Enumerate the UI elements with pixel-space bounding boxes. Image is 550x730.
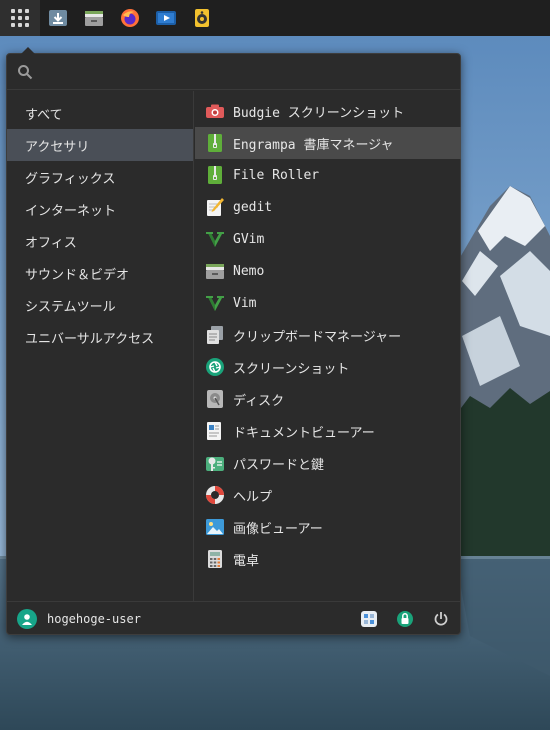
footer-actions (344, 602, 452, 636)
archive-icon (208, 134, 222, 152)
search-bar (7, 54, 460, 90)
lock-button[interactable] (394, 608, 416, 630)
file-manager-icon (206, 264, 224, 279)
app-grid-icon (11, 9, 29, 27)
app-menu-button[interactable] (0, 0, 40, 36)
help-lifebuoy-icon (206, 486, 224, 504)
category-label: すべて (25, 107, 63, 123)
category-universal-access[interactable]: ユニバーサルアクセス (7, 321, 193, 353)
category-label: ユニバーサルアクセス (25, 331, 155, 347)
app-label: ヘルプ (233, 489, 273, 505)
category-accessories[interactable]: アクセサリ (7, 129, 193, 161)
category-system-tools[interactable]: システムツール (7, 289, 193, 321)
document-viewer-icon (207, 422, 221, 440)
downloads-launcher[interactable] (40, 0, 76, 36)
user-icon (22, 613, 32, 625)
text-editor-icon (207, 198, 224, 216)
image-viewer-icon (206, 519, 224, 535)
app-label: 電卓 (233, 553, 260, 569)
app-label: Budgie スクリーンショット (233, 105, 405, 121)
category-label: グラフィックス (25, 171, 116, 187)
app-label: Engrampa 書庫マネージャ (233, 137, 394, 153)
app-label: File Roller (233, 167, 320, 183)
app-item-vim[interactable]: Vim (195, 287, 461, 319)
category-office[interactable]: オフィス (7, 225, 193, 257)
app-item-budgie-screenshot[interactable]: Budgie スクリーンショット (195, 95, 461, 127)
disk-icon (207, 390, 223, 408)
speaker-icon (195, 9, 209, 27)
app-item-disks[interactable]: ディスク (195, 383, 461, 415)
app-item-passwords-keys[interactable]: パスワードと鍵 (195, 447, 461, 479)
category-sound-video[interactable]: サウンド＆ビデオ (7, 257, 193, 289)
app-item-image-viewer[interactable]: 画像ビューアー (195, 511, 461, 543)
archive-icon (208, 166, 222, 184)
app-label: ドキュメントビューアー (233, 425, 375, 441)
app-label: パスワードと鍵 (233, 457, 325, 473)
app-item-help[interactable]: ヘルプ (195, 479, 461, 511)
vim-icon (206, 296, 224, 311)
application-menu: すべて アクセサリ グラフィックス インターネット オフィス サウンド＆ビデオ … (6, 47, 461, 635)
screenshot-icon (206, 358, 224, 376)
power-button[interactable] (430, 608, 452, 630)
username: hogehoge-user (47, 611, 141, 626)
app-label: Nemo (233, 263, 265, 279)
app-item-gvim[interactable]: GVim (195, 223, 461, 255)
app-label: クリップボードマネージャー (233, 329, 402, 345)
download-icon (49, 10, 67, 26)
app-item-file-roller[interactable]: File Roller (195, 159, 461, 191)
category-label: システムツール (25, 299, 116, 315)
category-all[interactable]: すべて (7, 97, 193, 129)
media-player-launcher[interactable] (148, 0, 184, 36)
keys-icon (206, 457, 224, 471)
app-item-calculator[interactable]: 電卓 (195, 543, 461, 575)
app-label: 画像ビューアー (233, 521, 323, 537)
category-label: オフィス (25, 235, 77, 251)
app-label: スクリーンショット (233, 361, 350, 377)
category-label: サウンド＆ビデオ (25, 267, 130, 283)
search-icon (18, 64, 33, 79)
lock-icon (397, 611, 413, 627)
app-list: Budgie スクリーンショット Engrampa 書庫マネージャ File R… (195, 91, 461, 601)
user-avatar[interactable] (17, 608, 37, 629)
menu-caret (21, 47, 35, 54)
clipboard-icon (207, 326, 223, 344)
app-item-engrampa[interactable]: Engrampa 書庫マネージャ (195, 127, 461, 159)
settings-icon (361, 611, 377, 627)
app-item-screenshot[interactable]: スクリーンショット (195, 351, 461, 383)
app-label: GVim (233, 231, 265, 247)
power-icon (434, 612, 448, 626)
app-item-document-viewer[interactable]: ドキュメントビューアー (195, 415, 461, 447)
app-item-nemo[interactable]: Nemo (195, 255, 461, 287)
firefox-launcher[interactable] (112, 0, 148, 36)
top-panel (0, 0, 550, 36)
firefox-icon (121, 9, 139, 27)
menu-footer: hogehoge-user (7, 601, 460, 635)
app-item-clipboard-manager[interactable]: クリップボードマネージャー (195, 319, 461, 351)
calculator-icon (208, 550, 222, 568)
category-internet[interactable]: インターネット (7, 193, 193, 225)
category-label: アクセサリ (25, 139, 90, 155)
app-label: gedit (233, 199, 273, 215)
nemo-icon (85, 11, 103, 26)
nemo-launcher[interactable] (76, 0, 112, 36)
app-label: ディスク (233, 393, 285, 409)
category-label: インターネット (25, 203, 117, 219)
media-player-icon (156, 11, 176, 25)
speaker-launcher[interactable] (184, 0, 220, 36)
vim-icon (206, 232, 224, 247)
category-list: すべて アクセサリ グラフィックス インターネット オフィス サウンド＆ビデオ … (7, 91, 194, 601)
app-label: Vim (233, 295, 257, 311)
search-input[interactable] (33, 56, 460, 87)
category-graphics[interactable]: グラフィックス (7, 161, 193, 193)
settings-button[interactable] (358, 608, 380, 630)
app-item-gedit[interactable]: gedit (195, 191, 461, 223)
camera-icon (206, 104, 224, 118)
